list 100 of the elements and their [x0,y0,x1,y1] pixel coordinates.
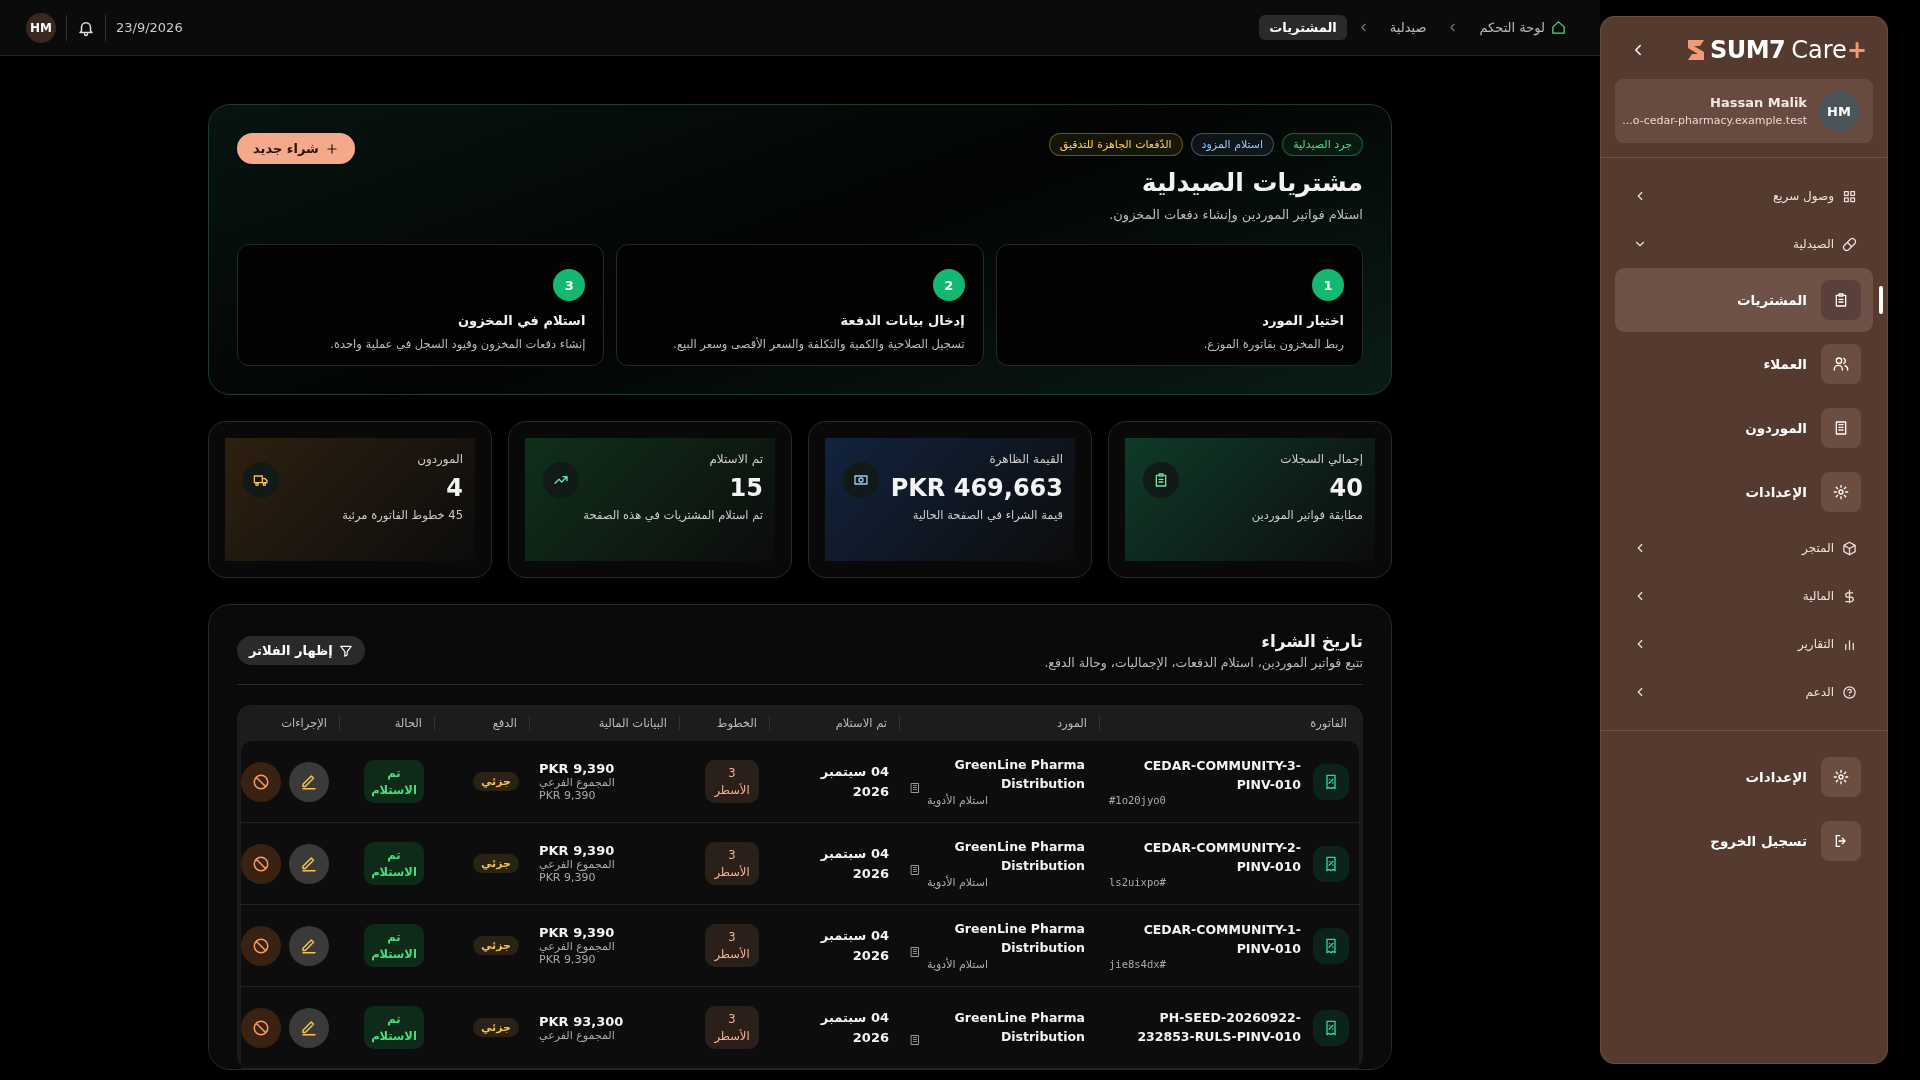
column-header: الإجراءات [280,716,328,730]
invoice-number[interactable]: CEDAR-COMMUNITY-1-PINV-010 [1109,920,1301,959]
stat-value: 40 [1329,474,1363,502]
amount-text: PKR 9,390 [539,925,615,940]
line-count-badge: 3 الأسطر [705,924,759,967]
column-header: الخطوط [679,716,769,730]
section-title: تاريخ الشراء [1260,631,1363,651]
invoice-code: ls2uixpo# [1109,876,1166,889]
invoice-number[interactable]: CEDAR-COMMUNITY-2-PINV-010 [1109,838,1301,877]
edit-button[interactable] [289,1007,329,1048]
edit-button[interactable] [289,925,329,966]
filter-icon [338,643,353,658]
breadcrumb-link[interactable]: صيدلية [1379,15,1437,40]
subtotal-value: PKR 9,390 [539,871,596,884]
nav-group[interactable]: وصول سريع [1615,172,1873,220]
ban-icon [252,1018,270,1037]
invoice-code: #1o20jyo0 [1109,794,1166,807]
supplier-name: GreenLine Pharma Distribution [953,920,1085,957]
column-header: الحالة [339,716,434,730]
nav-group[interactable]: المتجر [1615,524,1873,572]
new-purchase-button[interactable]: شراء جديد [237,133,355,164]
date-text: 23/9/2026 [116,20,183,35]
receipt-icon [1323,937,1339,954]
supplier-note: استلام الأدوية [927,875,988,889]
section-subtitle: تتبع فواتير الموردين، استلام الدفعات، الإجماليات، وحالة الدفع. [1044,655,1363,670]
nav-link[interactable]: تسجيل الخروج [1615,809,1873,873]
status-badge: تم الاستلام [364,760,424,803]
invoice-number[interactable]: PH-SEED-20260922-232853-RULS-PINV-010 [1109,1008,1301,1047]
step-description: تسجيل الصلاحية والكمية والتكلفة والسعر الأقصى وسعر البيع. [673,337,965,351]
stat-note: 45 خطوط الفاتورة مرئية [342,508,463,522]
stat-label: الموردون [417,452,463,466]
step-title: إدخال بيانات الدفعة [840,313,965,328]
cube-icon [1842,540,1857,556]
supplier-name: GreenLine Pharma Distribution [953,1008,1085,1046]
supplier-name: GreenLine Pharma Distribution [953,838,1085,875]
user-card[interactable]: HM Hassan Malik ...o-cedar-pharmacy.example.test [1615,79,1873,143]
received-date: 04 سبتمبر 2026 [819,845,889,883]
payment-badge: جزئي [472,854,519,873]
supplier-note: استلام الأدوية [927,957,988,971]
subtotal-label: المجموع الفرعي [539,776,615,789]
stat-label: تم الاستلام [709,452,763,466]
amount-text: PKR 9,390 [539,761,615,776]
show-filters-button[interactable]: إظهار الفلاتر [237,636,365,665]
nav-link[interactable]: الموردون [1615,396,1873,460]
nav-link[interactable]: العملاء [1615,332,1873,396]
plus-icon [324,141,339,156]
active-indicator [1879,286,1883,314]
grid-icon [1842,188,1857,204]
subtotal-label: المجموع الفرعي [539,858,615,871]
cancel-button[interactable] [241,843,281,884]
ban-icon [252,854,270,873]
tag-label: جرد الصيدلية [1282,133,1363,156]
pencil-icon [300,1018,318,1037]
edit-button[interactable] [289,761,329,802]
help-icon [1842,684,1857,700]
step-number: 2 [932,269,965,301]
nav-link[interactable]: الإعدادات [1615,745,1873,809]
truck-icon [253,472,269,488]
tag-label: استلام المزود [1190,133,1275,156]
cancel-button[interactable] [241,1007,281,1048]
clipboard-icon [1153,472,1169,488]
nav-link[interactable]: الإعدادات [1615,460,1873,524]
nav-group[interactable]: المالية [1615,572,1873,620]
banknote-icon [853,472,869,488]
amount-text: PKR 93,300 [539,1013,624,1029]
line-count-badge: 3 الأسطر [705,1006,759,1049]
user-avatar[interactable]: HM [26,12,56,43]
logo-mark-icon [1685,38,1706,62]
status-badge: تم الاستلام [364,924,424,967]
pencil-icon [300,854,318,873]
step-title: اختيار المورد [1262,313,1344,328]
user-avatar: HM [1819,91,1859,131]
cancel-button[interactable] [241,761,281,802]
payment-badge: جزئي [472,1018,519,1037]
pencil-icon [300,772,318,791]
nav-group[interactable]: الصيدلية [1615,220,1873,268]
receipt-icon [1323,1019,1339,1036]
cancel-button[interactable] [241,925,281,966]
users-icon [1833,356,1849,372]
stat-label: إجمالي السجلات [1280,452,1363,466]
breadcrumb-link[interactable]: المشتريات [1259,15,1347,40]
supplier-note: استلام الأدوية [927,793,988,807]
stat-label: القيمة الظاهرة [989,452,1063,466]
invoice-number[interactable]: CEDAR-COMMUNITY-3-PINV-010 [1109,756,1301,795]
subtotal-value: PKR 9,390 [539,789,596,802]
breadcrumb-link[interactable]: لوحة التحكم [1469,15,1576,40]
step-number: 1 [1312,269,1344,301]
step-title: استلام في المخزون [458,313,586,328]
stat-value: 15 [729,474,763,502]
step-description: ربط المخزون بفاتورة الموزع. [1203,337,1344,351]
nav-group[interactable]: الدعم [1615,668,1873,716]
edit-button[interactable] [289,843,329,884]
column-header: تم الاستلام [769,716,899,730]
status-badge: تم الاستلام [364,842,424,885]
subtotal-label: المجموع الفرعي [539,940,615,953]
step-number: 3 [553,269,586,301]
nav-group[interactable]: التقارير [1615,620,1873,668]
received-date: 04 سبتمبر 2026 [819,763,889,801]
column-header: المورد [899,716,1099,730]
supplier-name: GreenLine Pharma Distribution [953,756,1085,793]
